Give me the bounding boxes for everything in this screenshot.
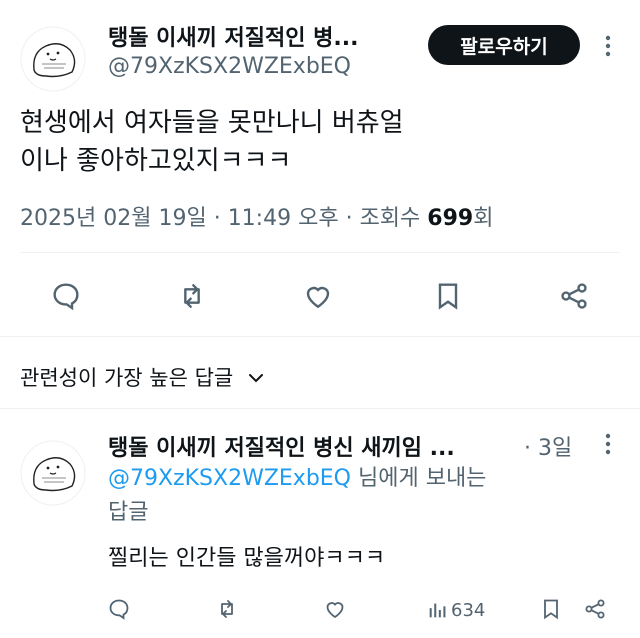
author-avatar[interactable]	[20, 26, 86, 92]
reply-more-options-icon[interactable]	[596, 426, 620, 462]
bookmark-icon[interactable]	[428, 276, 468, 316]
share-icon[interactable]	[554, 276, 594, 316]
post-time[interactable]: 11:49 오후	[228, 206, 339, 231]
bookmark-icon[interactable]	[536, 594, 566, 624]
share-icon[interactable]	[580, 594, 610, 624]
views-button[interactable]: 634	[426, 596, 485, 624]
replying-to-line2: 답글	[108, 500, 149, 525]
views-count: 699	[427, 206, 474, 231]
post-text-line-2: 이나 좋아하고있지ㅋㅋㅋ	[20, 146, 292, 176]
views-count: 634	[451, 599, 486, 621]
post-text: 현생에서 여자들을 못만나니 버츄얼 이나 좋아하고있지ㅋㅋㅋ	[20, 104, 620, 180]
reply-author-name[interactable]: 탱돌 이새끼 저질적인 병신 새끼임 ...	[108, 430, 455, 462]
retweet-icon[interactable]	[212, 594, 242, 624]
reply-author-avatar[interactable]	[20, 440, 86, 506]
reply-icon[interactable]	[46, 276, 86, 316]
author-handle[interactable]: @79XzKSX2WZExbEQ	[108, 54, 351, 79]
post-text-line-1: 현생에서 여자들을 못만나니 버츄얼	[20, 108, 404, 138]
post-date[interactable]: 2025년 02월 19일	[20, 206, 207, 231]
replying-to: @79XzKSX2WZExbEQ 님에게 보내는 답글	[108, 462, 608, 530]
views-unit: 회	[473, 206, 494, 231]
reply-icon[interactable]	[104, 594, 134, 624]
views-chart-icon	[429, 603, 446, 618]
views-label: 조회수	[359, 206, 421, 231]
reply-sort-dropdown[interactable]: 관련성이 가장 높은 답글	[20, 362, 266, 392]
divider	[0, 336, 640, 337]
like-icon[interactable]	[320, 594, 350, 624]
doodle-avatar-icon	[20, 26, 86, 92]
meta-separator: ·	[345, 206, 353, 231]
author-name[interactable]: 탱돌 이새끼 저질적인 병...	[108, 20, 358, 52]
follow-button[interactable]: 팔로우하기	[428, 25, 580, 65]
divider	[20, 252, 620, 253]
divider	[0, 408, 640, 409]
chevron-down-icon	[248, 374, 263, 383]
mention-link[interactable]: @79XzKSX2WZExbEQ	[108, 466, 351, 491]
reply-sort-label: 관련성이 가장 높은 답글	[20, 366, 234, 390]
replying-to-suffix: 님에게 보내는	[351, 466, 487, 491]
doodle-avatar-icon	[20, 440, 86, 506]
like-icon[interactable]	[298, 276, 338, 316]
reply-text: 찔리는 인간들 많을꺼야ㅋㅋㅋ	[108, 546, 386, 571]
retweet-icon[interactable]	[172, 276, 212, 316]
meta-separator: ·	[213, 206, 221, 231]
post-meta: 2025년 02월 19일 · 11:49 오후 · 조회수 699회	[20, 200, 493, 232]
reply-time[interactable]: · 3일	[524, 430, 572, 462]
more-options-icon[interactable]	[596, 28, 620, 64]
